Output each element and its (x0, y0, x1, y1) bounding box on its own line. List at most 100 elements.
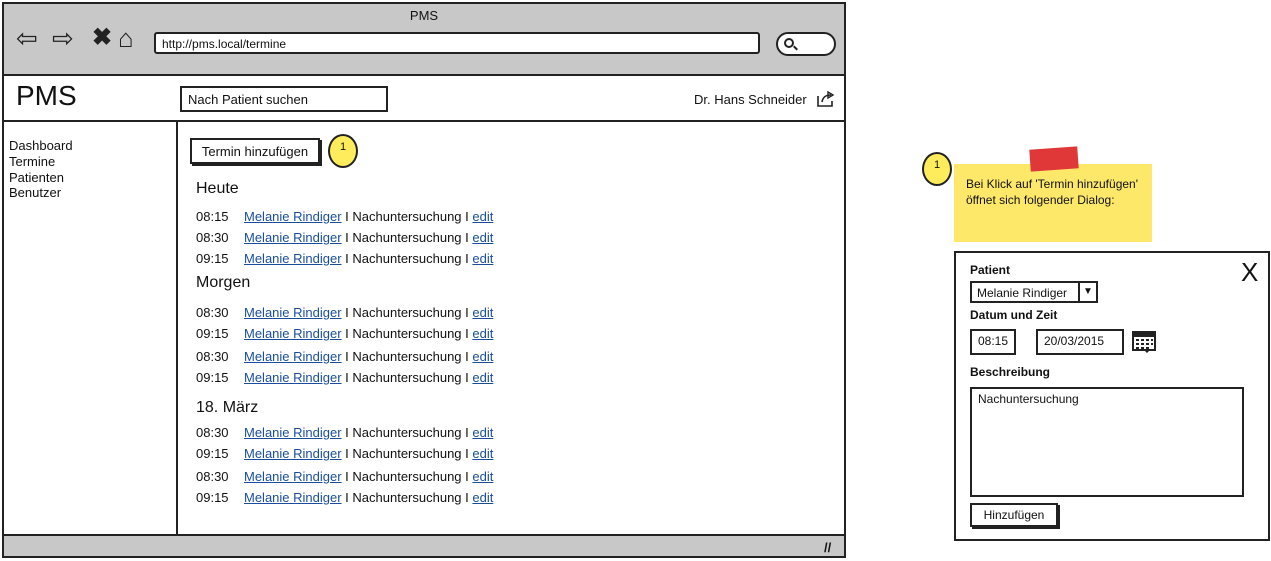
patient-select[interactable]: Melanie Rindiger ▼ (970, 281, 1098, 303)
appointment-row: 09:15 Melanie Rindiger I Nachuntersuchung… (196, 490, 493, 505)
edit-link[interactable]: edit (472, 446, 493, 461)
sidebar-item-benutzer[interactable]: Benutzer (9, 185, 61, 201)
separator: I (341, 305, 353, 320)
patient-link[interactable]: Melanie Rindiger (244, 469, 342, 484)
browser-search-field[interactable] (776, 32, 836, 56)
appointment-type: Nachuntersuchung (352, 305, 462, 320)
patient-link[interactable]: Melanie Rindiger (244, 349, 342, 364)
time-input[interactable]: 08:15 (970, 329, 1016, 355)
separator: I (341, 209, 353, 224)
patient-select-value: Melanie Rindiger (977, 286, 1068, 300)
annotation-badge: 1 (922, 152, 952, 186)
patient-label: Patient (970, 263, 1011, 277)
appointment-type: Nachuntersuchung (352, 469, 462, 484)
user-name: Dr. Hans Schneider (694, 92, 807, 107)
separator: I (461, 446, 473, 461)
separator: I (461, 349, 473, 364)
edit-link[interactable]: edit (472, 209, 493, 224)
sidebar: Dashboard Termine Patienten Benutzer (4, 122, 178, 534)
edit-link[interactable]: edit (472, 349, 493, 364)
app-logo[interactable]: PMS (16, 80, 77, 112)
stop-icon[interactable]: ✖ (92, 24, 112, 52)
status-bar: // (4, 534, 844, 556)
patient-link[interactable]: Melanie Rindiger (244, 230, 342, 245)
sticky-note-text: Bei Klick auf 'Termin hinzufügen' öffnet… (966, 177, 1139, 207)
sticky-note: Bei Klick auf 'Termin hinzufügen' öffnet… (954, 164, 1152, 242)
app-header: PMS Nach Patient suchen Dr. Hans Schneid… (4, 76, 844, 122)
calendar-icon[interactable] (1132, 331, 1156, 353)
patient-link[interactable]: Melanie Rindiger (244, 446, 342, 461)
add-appointment-dialog: Patient X Melanie Rindiger ▼ Datum und Z… (954, 251, 1270, 541)
appointment-row: 08:30 Melanie Rindiger I Nachuntersuchung… (196, 349, 493, 364)
search-icon-handle (793, 45, 798, 51)
dropdown-arrow-icon[interactable]: ▼ (1078, 283, 1096, 301)
edit-link[interactable]: edit (472, 469, 493, 484)
edit-link[interactable]: edit (472, 370, 493, 385)
patient-link[interactable]: Melanie Rindiger (244, 490, 342, 505)
appointment-time: 09:15 (196, 251, 229, 266)
separator: I (461, 251, 473, 266)
resize-grip-icon[interactable]: // (824, 540, 831, 555)
appointment-time: 09:15 (196, 446, 229, 461)
appointment-type: Nachuntersuchung (352, 209, 462, 224)
edit-link[interactable]: edit (472, 425, 493, 440)
separator: I (461, 490, 473, 505)
separator: I (461, 326, 473, 341)
patient-link[interactable]: Melanie Rindiger (244, 251, 342, 266)
appointment-type: Nachuntersuchung (352, 425, 462, 440)
separator: I (341, 370, 353, 385)
separator: I (341, 425, 353, 440)
appointments-content: Termin hinzufügen 1 Heute 08:15 Melanie R… (180, 122, 844, 534)
edit-link[interactable]: edit (472, 305, 493, 320)
separator: I (461, 469, 473, 484)
appointment-time: 08:30 (196, 469, 229, 484)
forward-arrow-icon[interactable]: ⇨ (52, 24, 74, 52)
patient-search-input[interactable]: Nach Patient suchen (180, 86, 388, 112)
appointment-time: 09:15 (196, 490, 229, 505)
back-arrow-icon[interactable]: ⇦ (16, 24, 38, 52)
patient-link[interactable]: Melanie Rindiger (244, 370, 342, 385)
sidebar-item-termine[interactable]: Termine (9, 154, 55, 170)
home-icon[interactable]: ⌂ (118, 24, 134, 52)
appointment-time: 08:30 (196, 305, 229, 320)
appointment-row: 09:15 Melanie Rindiger I Nachuntersuchung… (196, 326, 493, 341)
appointment-type: Nachuntersuchung (352, 251, 462, 266)
patient-link[interactable]: Melanie Rindiger (244, 305, 342, 320)
datetime-label: Datum und Zeit (970, 308, 1058, 322)
sidebar-item-dashboard[interactable]: Dashboard (9, 138, 73, 154)
sidebar-item-patienten[interactable]: Patienten (9, 170, 64, 186)
appointment-time: 09:15 (196, 326, 229, 341)
appointment-type: Nachuntersuchung (352, 490, 462, 505)
patient-link[interactable]: Melanie Rindiger (244, 209, 342, 224)
submit-button[interactable]: Hinzufügen (970, 503, 1058, 527)
separator: I (461, 370, 473, 385)
logout-icon[interactable] (816, 90, 836, 108)
window-title: PMS (409, 8, 439, 23)
close-icon[interactable]: X (1241, 259, 1258, 285)
appointment-row: 08:30 Melanie Rindiger I Nachuntersuchung… (196, 230, 493, 245)
edit-link[interactable]: edit (472, 251, 493, 266)
separator: I (341, 349, 353, 364)
add-appointment-button[interactable]: Termin hinzufügen (190, 138, 320, 164)
edit-link[interactable]: edit (472, 230, 493, 245)
tape-decoration (1029, 146, 1079, 172)
appointment-type: Nachuntersuchung (352, 326, 462, 341)
patient-link[interactable]: Melanie Rindiger (244, 425, 342, 440)
appointment-time: 08:30 (196, 425, 229, 440)
date-input[interactable]: 20/03/2015 (1036, 329, 1124, 355)
appointment-time: 08:30 (196, 349, 229, 364)
separator: I (341, 326, 353, 341)
appointment-row: 08:30 Melanie Rindiger I Nachuntersuchung… (196, 469, 493, 484)
patient-link[interactable]: Melanie Rindiger (244, 326, 342, 341)
appointment-type: Nachuntersuchung (352, 230, 462, 245)
appointment-row: 08:30 Melanie Rindiger I Nachuntersuchung… (196, 425, 493, 440)
section-heading: Heute (196, 180, 239, 197)
edit-link[interactable]: edit (472, 490, 493, 505)
edit-link[interactable]: edit (472, 326, 493, 341)
address-bar[interactable]: http://pms.local/termine (154, 32, 760, 54)
appointment-type: Nachuntersuchung (352, 446, 462, 461)
appointment-row: 09:15 Melanie Rindiger I Nachuntersuchung… (196, 446, 493, 461)
description-textarea[interactable]: Nachuntersuchung (970, 387, 1244, 497)
appointment-row: 08:30 Melanie Rindiger I Nachuntersuchung… (196, 305, 493, 320)
appointment-row: 09:15 Melanie Rindiger I Nachuntersuchung… (196, 370, 493, 385)
